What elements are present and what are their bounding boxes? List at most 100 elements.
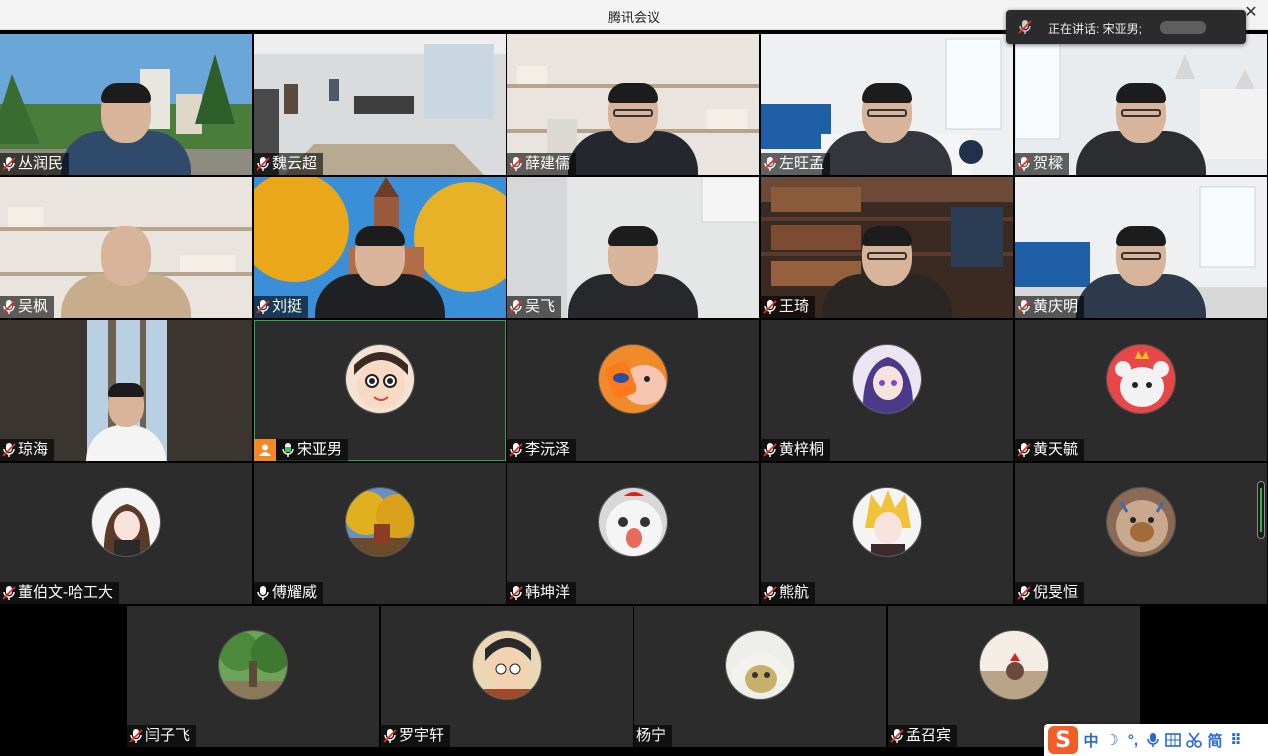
participant-tile[interactable]: 杨宁 (634, 606, 886, 747)
participant-name: 倪旻恒 (1033, 584, 1079, 601)
name-tag: 宋亚男 (254, 439, 349, 461)
participant-tile[interactable]: 黄庆明 (1015, 177, 1267, 318)
participant-name: 熊航 (779, 584, 810, 601)
mic-icon[interactable] (1146, 732, 1160, 748)
name-tag: 董伯文-哈工大 (0, 582, 119, 604)
participant-tile[interactable]: 左旺孟 (761, 34, 1013, 175)
name-tag: 黄庆明 (1015, 296, 1085, 318)
participant-tile[interactable]: 李沅泽 (507, 320, 759, 461)
participant-tile[interactable]: 吴枫 (0, 177, 252, 318)
ime-mode[interactable]: 简 (1207, 730, 1223, 751)
participant-name: 丛润民 (18, 155, 64, 172)
participant-name: 韩坤洋 (525, 584, 571, 601)
ime-toolbar[interactable]: S 中 ☽ °, 简 ⠿ (1044, 724, 1268, 756)
participant-name: 王琦 (779, 298, 810, 315)
participant-tile[interactable]: 罗宇轩 (381, 606, 633, 747)
keyboard-icon[interactable] (1165, 733, 1181, 747)
mic-muted-icon (256, 300, 270, 314)
mic-muted-icon (763, 443, 777, 457)
avatar-image (346, 488, 414, 556)
participant-tile[interactable]: 吴飞 (507, 177, 759, 318)
name-tag: 左旺孟 (761, 153, 831, 175)
participant-video (86, 383, 166, 461)
name-tag: 黄梓桐 (761, 439, 831, 461)
participant-tile[interactable]: 黄梓桐 (761, 320, 1013, 461)
mic-muted-icon (383, 729, 397, 743)
participant-tile[interactable]: 闫子飞 (127, 606, 379, 747)
participant-name: 宋亚男 (297, 441, 343, 458)
participant-tile[interactable]: 王琦 (761, 177, 1013, 318)
scissors-icon[interactable] (1186, 732, 1202, 748)
participant-video (1076, 83, 1206, 175)
avatar-image (980, 631, 1048, 699)
participant-name: 黄天毓 (1033, 441, 1079, 458)
participant-tile[interactable]: 倪旻恒 (1015, 463, 1267, 604)
avatar-image (1107, 345, 1175, 413)
participant-video (822, 83, 952, 175)
participant-name: 闫子飞 (145, 727, 191, 744)
mic-muted-icon (509, 300, 523, 314)
participant-tile[interactable]: 韩坤洋 (507, 463, 759, 604)
mic-muted-icon (1017, 443, 1031, 457)
speaking-indicator: 正在讲话: 宋亚男; (1006, 10, 1246, 44)
mic-muted-icon (129, 729, 143, 743)
participant-name: 琼海 (18, 441, 49, 458)
avatar (598, 344, 668, 414)
participant-tile[interactable]: 宋亚男 (254, 320, 506, 461)
grid-icon[interactable]: ⠿ (1228, 731, 1244, 749)
avatar-image (853, 345, 921, 413)
participant-tile[interactable]: 琼海 (0, 320, 252, 461)
participant-name: 贺樑 (1033, 155, 1064, 172)
participant-tile[interactable]: 黄天毓 (1015, 320, 1267, 461)
mic-muted-icon (2, 586, 16, 600)
participant-video (568, 226, 698, 318)
mic-muted-icon (1018, 20, 1032, 34)
participant-name: 薛建儒 (525, 155, 571, 172)
name-tag: 李沅泽 (507, 439, 577, 461)
mic-muted-icon (256, 157, 270, 171)
participant-tile[interactable]: 贺樑 (1015, 34, 1267, 175)
participant-name: 刘挺 (272, 298, 303, 315)
participant-name: 董伯文-哈工大 (18, 584, 113, 601)
mic-muted-icon (763, 586, 777, 600)
user-icon (254, 439, 276, 461)
participant-name: 吴飞 (525, 298, 556, 315)
name-tag: 熊航 (761, 582, 816, 604)
avatar-image (346, 345, 414, 413)
name-tag: 韩坤洋 (507, 582, 577, 604)
name-tag: 丛润民 (0, 153, 70, 175)
ime-lang-toggle[interactable]: 中 (1083, 730, 1099, 751)
mic-muted-icon (763, 157, 777, 171)
participant-name: 傅耀威 (272, 584, 318, 601)
scrollbar[interactable] (1257, 481, 1265, 539)
speaking-blur (1160, 21, 1206, 34)
video-grid: 丛润民 魏云超 薛建儒 左旺孟 贺樑 吴枫 刘挺 吴飞 王琦 黄庆明 琼海 宋亚… (0, 34, 1268, 749)
mic-muted-icon (509, 443, 523, 457)
avatar-image (1107, 488, 1175, 556)
participant-video (61, 83, 191, 175)
participant-name: 李沅泽 (525, 441, 571, 458)
avatar-image (473, 631, 541, 699)
participant-tile[interactable]: 董伯文-哈工大 (0, 463, 252, 604)
participant-tile[interactable]: 傅耀威 (254, 463, 506, 604)
avatar (345, 487, 415, 557)
participant-name: 黄梓桐 (779, 441, 825, 458)
avatar (852, 487, 922, 557)
participant-tile[interactable]: 丛润民 (0, 34, 252, 175)
avatar-image (599, 345, 667, 413)
name-tag: 刘挺 (254, 296, 309, 318)
participant-name: 吴枫 (18, 298, 49, 315)
mic-muted-icon (1017, 157, 1031, 171)
participant-tile[interactable]: 熊航 (761, 463, 1013, 604)
moon-icon[interactable]: ☽ (1104, 731, 1120, 749)
avatar (345, 344, 415, 414)
name-tag: 傅耀威 (254, 582, 324, 604)
punctuation-icon[interactable]: °, (1125, 732, 1141, 749)
participant-tile[interactable]: 薛建儒 (507, 34, 759, 175)
avatar (91, 487, 161, 557)
ime-logo[interactable]: S (1048, 726, 1078, 754)
participant-tile[interactable]: 刘挺 (254, 177, 506, 318)
avatar-image (599, 488, 667, 556)
participant-name: 魏云超 (272, 155, 318, 172)
participant-tile[interactable]: 魏云超 (254, 34, 506, 175)
